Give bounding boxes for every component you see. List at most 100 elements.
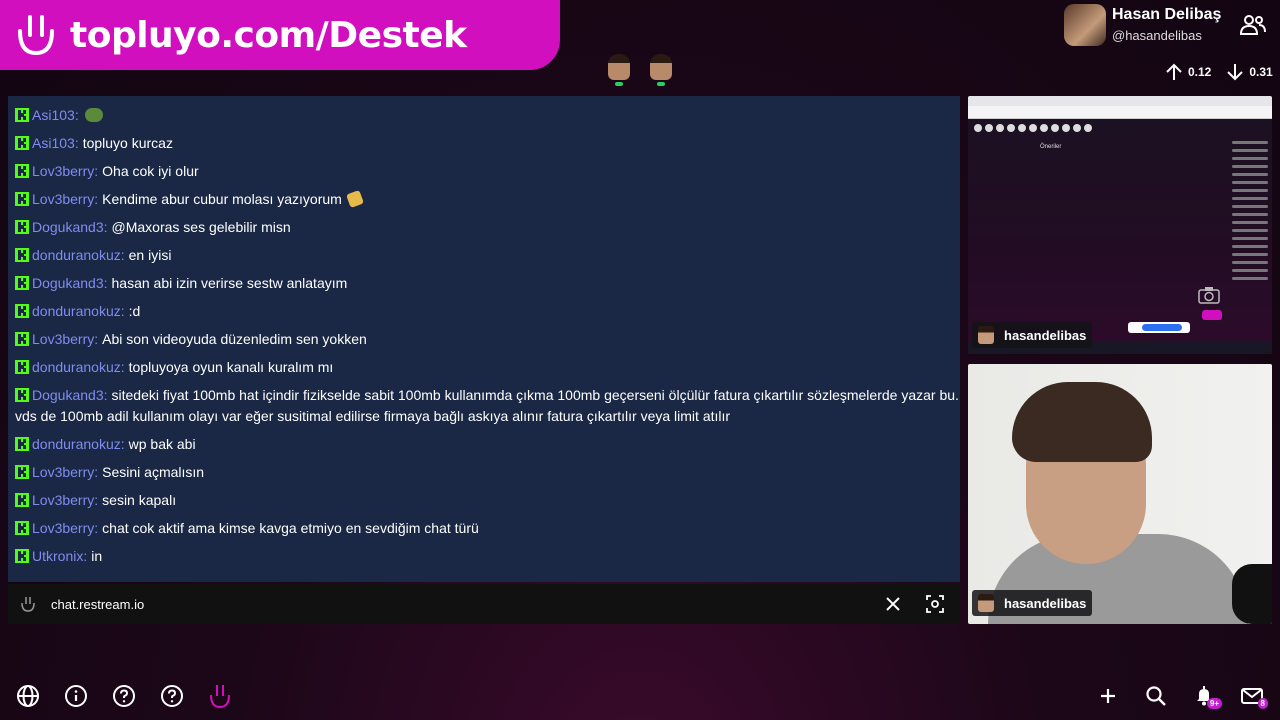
chat-message: donduranokuz: topluyoya oyun kanalı kural… [8,357,960,378]
chat-text: topluyoya oyun kanalı kuralım mı [128,359,334,375]
profile-card[interactable]: Hasan Delibaş @hasandelibas [1062,4,1280,50]
profile-name: Hasan Delibaş [1112,6,1222,23]
screenshot-icon[interactable] [926,595,944,613]
chat-username[interactable]: Dogukand3 [32,275,104,291]
chat-username[interactable]: donduranokuz [32,303,121,319]
upload-value: 0.12 [1188,65,1212,79]
chat-message: donduranokuz: wp bak abi [8,434,960,455]
active-viewers [606,54,674,88]
kick-icon [15,276,29,290]
kick-icon [15,192,29,206]
profile-handle: @hasandelibas [1112,28,1202,43]
chat-text: Oha cok iyi olur [102,163,199,179]
kick-icon [15,521,29,535]
screen-sidebar [1228,136,1272,336]
chat-source-bar: chat.restream.io [8,584,960,624]
chat-separator: : [94,492,99,508]
chat-panel[interactable]: Asi103: Asi103: topluyo kurcaz Lov3berry: Oh… [8,96,960,582]
chat-separator: : [120,436,125,452]
download-value: 0.31 [1249,65,1273,79]
topluyo-logo-icon [18,15,54,56]
close-icon[interactable] [884,595,902,613]
chat-separator: : [94,163,99,179]
chat-username[interactable]: donduranokuz [32,436,121,452]
kick-icon [15,220,29,234]
chat-message: Dogukand3: hasan abi izin verirse sestw a… [8,273,960,294]
messages-button[interactable]: 8 [1240,684,1268,709]
chat-text: in [91,548,103,564]
chat-username[interactable]: Lov3berry [32,492,94,508]
help-icon[interactable] [112,684,136,708]
screen-share-tile[interactable]: Öneriler [968,96,1272,354]
search-icon[interactable] [1144,684,1168,708]
chat-username[interactable]: Lov3berry [32,520,94,536]
chat-username[interactable]: Dogukand3 [32,219,104,235]
kick-icon [15,388,29,402]
kick-icon [15,549,29,563]
chat-username[interactable]: Asi103 [32,107,75,123]
kick-icon [15,437,29,451]
chat-username[interactable]: Lov3berry [32,163,94,179]
chat-message: Asi103: topluyo kurcaz [8,133,960,154]
chat-username[interactable]: Dogukand3 [32,387,104,403]
viewer-avatar[interactable] [648,54,674,88]
kick-icon [15,304,29,318]
chat-text: hasan abi izin verirse sestw anlatayım [111,275,348,291]
chat-username[interactable]: Asi103 [32,135,75,151]
help-icon[interactable] [160,684,184,708]
chat-message: Lov3berry: chat cok aktif ama kimse kavga… [8,518,960,539]
chat-separator: : [94,520,99,536]
notifications-button[interactable]: 9+ [1192,684,1222,709]
plus-icon[interactable] [1096,684,1120,708]
chat-separator: : [94,331,99,347]
notification-badge: 9+ [1206,698,1222,709]
viewer-avatar[interactable] [606,54,632,88]
chat-text: wp bak abi [128,436,196,452]
frog-emote-icon [84,108,103,122]
globe-icon[interactable] [16,684,40,708]
chat-message: Lov3berry: Oha cok iyi olur [8,161,960,182]
chat-separator: : [120,247,125,263]
chat-separator: : [83,548,88,564]
chat-separator: : [74,135,79,151]
chat-message: Lov3berry: Kendime abur cubur molası yazı… [8,189,960,210]
chat-username[interactable]: donduranokuz [32,247,121,263]
chat-username[interactable]: Lov3berry [32,464,94,480]
chat-message: donduranokuz::d [8,301,960,322]
topluyo-icon[interactable] [208,684,232,708]
brand-banner[interactable]: topluyo.com/Destek [0,0,560,70]
chat-text: topluyo kurcaz [82,135,173,151]
browser-tabs [968,96,1272,106]
kick-icon [15,164,29,178]
people-icon[interactable] [1240,14,1266,36]
network-stats: 0.12 0.31 [1164,62,1273,82]
kick-icon [15,360,29,374]
banner-url: topluyo.com/Destek [70,14,467,56]
chat-text: Sesini açmalısın [102,464,205,480]
screen-accent-button [1202,310,1222,320]
chat-separator: : [94,191,99,207]
bottom-left-toolbar [16,684,232,708]
chat-username[interactable]: Lov3berry [32,191,94,207]
screen-dialog-button [1142,324,1182,331]
chat-text: en iyisi [128,247,172,263]
avatar[interactable] [1064,4,1106,46]
chat-separator: : [103,219,108,235]
arrow-up-icon [1166,63,1182,80]
topluyo-icon [21,597,35,612]
chat-username[interactable]: donduranokuz [32,359,121,375]
avatar [978,594,994,612]
chat-message: Dogukand3: @Maxoras ses gelebilir misn [8,217,960,238]
chat-message: Lov3berry: Abi son videoyuda düzenledim s… [8,329,960,350]
chat-separator: : [103,387,108,403]
chat-separator: : [120,359,125,375]
webcam-tile[interactable] [968,364,1272,624]
chat-text: Abi son videoyuda düzenledim sen yokken [102,331,367,347]
kick-icon [15,136,29,150]
chat-username[interactable]: Utkronix [32,548,83,564]
info-icon[interactable] [64,684,88,708]
chat-text: chat cok aktif ama kimse kavga etmiyo en… [102,520,479,536]
screen-nametag-label: hasandelibas [1004,327,1087,343]
chat-username[interactable]: Lov3berry [32,331,94,347]
chat-separator: : [74,107,79,123]
